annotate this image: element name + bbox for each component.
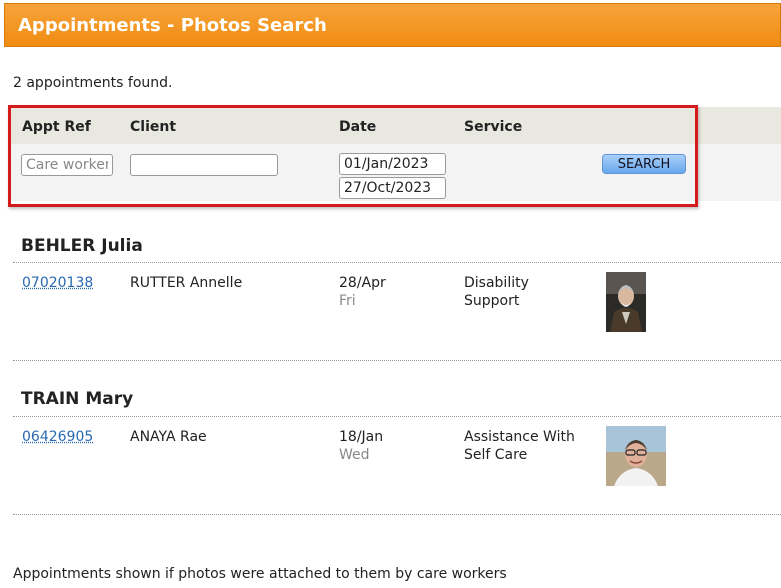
client-name: ANAYA Rae xyxy=(130,429,207,445)
care-worker-name: BEHLER Julia xyxy=(21,236,143,256)
appointment-ref-link[interactable]: 06426905 xyxy=(22,428,93,446)
service-name: Disability Support xyxy=(464,274,529,310)
appointment-date: 28/Apr Fri xyxy=(339,274,386,310)
service-line-2: Self Care xyxy=(464,447,528,463)
service-line-1: Assistance With xyxy=(464,429,575,445)
day-value: Fri xyxy=(339,293,356,309)
date-value: 28/Apr xyxy=(339,275,386,291)
appointment-date: 18/Jan Wed xyxy=(339,428,383,464)
appointment-photo[interactable] xyxy=(606,272,646,332)
divider xyxy=(13,360,781,361)
divider xyxy=(13,262,781,263)
service-line-1: Disability xyxy=(464,275,529,291)
day-value: Wed xyxy=(339,447,370,463)
divider xyxy=(13,514,781,515)
care-worker-name: TRAIN Mary xyxy=(21,389,134,409)
client-name: RUTTER Annelle xyxy=(130,275,243,291)
divider xyxy=(13,416,781,417)
appointment-photo[interactable] xyxy=(606,426,666,486)
page-title: Appointments - Photos Search xyxy=(18,15,327,36)
footer-note: Appointments shown if photos were attach… xyxy=(13,566,507,582)
appointment-ref-link[interactable]: 07020138 xyxy=(22,274,93,292)
filter-highlight-box xyxy=(8,105,698,207)
service-name: Assistance With Self Care xyxy=(464,428,575,464)
date-value: 18/Jan xyxy=(339,429,384,445)
results-summary: 2 appointments found. xyxy=(13,75,173,91)
service-line-2: Support xyxy=(464,293,520,309)
page-header: Appointments - Photos Search xyxy=(4,3,781,47)
